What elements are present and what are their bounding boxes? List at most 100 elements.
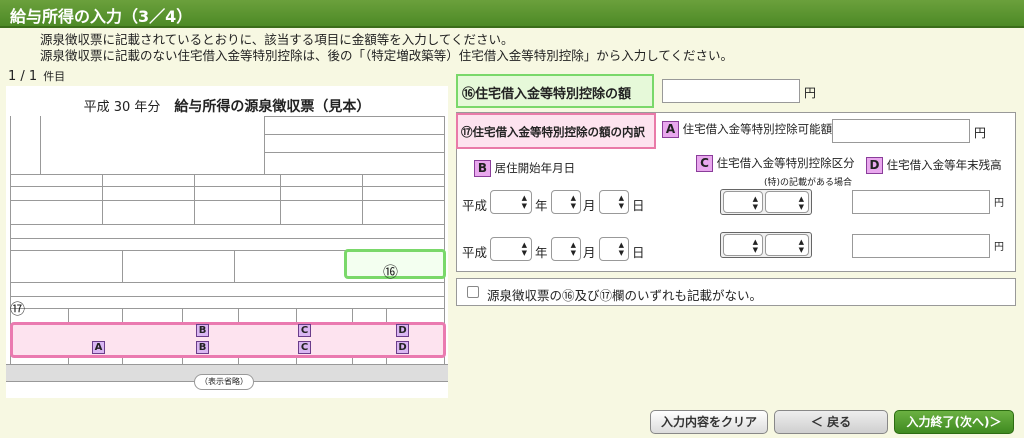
sample-badge-a: A [92,341,105,354]
sample-badge-c: C [298,341,311,354]
record-count-suffix: 件目 [43,70,66,83]
row1-category-select-1[interactable]: ▲ ▼ [723,191,763,213]
grid-line [194,174,195,224]
grid-line [10,238,444,239]
field-16-label: ⑯住宅借入金等特別控除の額 [462,87,632,102]
sample-badge-d: D [396,324,409,337]
clear-button[interactable]: 入力内容をクリア [650,410,768,434]
field-17-label-box: ⑰住宅借入金等特別控除の額の内訳 [456,113,656,149]
grid-line [10,282,444,283]
page-title: 給与所得の入力（3／4） [10,7,193,26]
badge-b: B [474,160,491,177]
no-entry-checkbox-label: 源泉徴収票の⑯及び⑰欄のいずれも記載がない。 [487,288,763,303]
grid-line [234,250,235,282]
field-d-label: 住宅借入金等年末残高 [886,158,1002,172]
grid-line [280,174,281,224]
stepper-arrows-icon: ▲ ▼ [798,238,804,254]
row2-year-select[interactable]: ▲ ▼ [490,237,532,261]
row1-year-unit: 年 [535,198,548,213]
row1-balance-input[interactable] [852,190,990,214]
grid-line [264,134,444,135]
row1-day-select[interactable]: ▲ ▼ [599,190,629,214]
sample-badge-b: B [196,324,209,337]
field-16-amount-input[interactable] [662,79,800,103]
row1-category-select-2[interactable]: ▲ ▼ [765,191,809,213]
field-a-unit: 円 [974,126,987,140]
no-entry-checkbox-row[interactable]: 源泉徴収票の⑯及び⑰欄のいずれも記載がない。 [456,278,1016,306]
field-c-heading: C 住宅借入金等特別控除区分 [696,155,855,172]
stepper-arrows-icon: ▲ ▼ [618,241,624,257]
grid-line [264,116,265,174]
stepper-arrows-icon: ▲ ▼ [618,194,624,210]
badge-d: D [866,157,883,174]
grid-line [10,308,444,309]
row2-category-select-2[interactable]: ▲ ▼ [765,234,809,256]
badge-a: A [662,121,679,138]
grid-line [264,116,444,117]
grid-line [10,224,444,225]
instruction-line-2: 源泉徴収票に記載のない住宅借入金等特別控除は、後の「（特定増改築等）住宅借入金等… [40,48,734,63]
grid-line [10,200,444,201]
field-16-unit: 円 [804,86,817,100]
sample-omitted-label: （表示省略） [194,374,254,390]
grid-line [122,250,123,282]
instruction-line-1: 源泉徴収票に記載されているとおりに、該当する項目に金額等を入力してください。 [40,32,514,47]
row1-month-unit: 月 [583,198,596,213]
sample-marker-16: ⑯ [383,263,399,281]
sample-field-16-highlight: ⑯ [344,249,446,281]
stepper-arrows-icon: ▲ ▼ [752,195,758,211]
row1-category-select-group: ▲ ▼ ▲ ▼ [720,189,812,215]
row1-day-unit: 日 [632,198,645,213]
field-17-label: ⑰住宅借入金等特別控除の額の内訳 [461,125,645,139]
record-count: 1 / 1 [8,69,38,84]
stepper-arrows-icon: ▲ ▼ [521,194,527,210]
field-b-heading: B 居住開始年月日 [474,160,575,177]
stepper-arrows-icon: ▲ ▼ [570,241,576,257]
stepper-arrows-icon: ▲ ▼ [752,238,758,254]
grid-line [264,152,444,153]
sample-title: 給与所得の源泉徴収票（見本） [174,99,371,115]
row2-balance-unit: 円 [994,242,1004,253]
grid-line [10,296,444,297]
row1-era: 平成 [462,198,488,213]
grid-line [40,116,41,174]
badge-c: C [696,155,713,172]
record-counter: 1 / 1 件目 [8,68,65,84]
stepper-arrows-icon: ▲ ▼ [798,195,804,211]
row2-day-unit: 日 [632,245,645,260]
row2-category-select-1[interactable]: ▲ ▼ [723,234,763,256]
withholding-slip-sample: 平成 30 年分 給与所得の源泉徴収票（見本） ⑯ ⑰ A B B C C D D… [6,86,448,398]
grid-line [362,174,363,224]
row2-day-select[interactable]: ▲ ▼ [599,237,629,261]
row1-year-select[interactable]: ▲ ▼ [490,190,532,214]
back-button[interactable]: ＜ 戻る [774,410,888,434]
field-b-label: 居住開始年月日 [494,161,576,175]
sample-heading: 平成 30 年分 給与所得の源泉徴収票（見本） [6,96,448,116]
sample-field-17-highlight [10,322,446,358]
row2-category-select-group: ▲ ▼ ▲ ▼ [720,232,812,258]
sample-badge-d: D [396,341,409,354]
sample-badge-c: C [298,324,311,337]
field-d-heading: D 住宅借入金等年末残高 [866,157,1002,174]
field-a-heading: A 住宅借入金等特別控除可能額 [662,121,832,138]
field-a-amount-input[interactable] [832,119,970,143]
field-c-note: (特)の記載がある場合 [764,178,853,188]
stepper-arrows-icon: ▲ ▼ [570,194,576,210]
grid-line [102,174,103,224]
row2-month-select[interactable]: ▲ ▼ [551,237,581,261]
next-button[interactable]: 入力終了(次へ)＞ [894,410,1014,434]
grid-line [10,186,444,187]
sample-badge-b: B [196,341,209,354]
field-a-label: 住宅借入金等特別控除可能額 [682,122,833,136]
sample-marker-17: ⑰ [10,300,26,318]
row2-era: 平成 [462,245,488,260]
no-entry-checkbox[interactable] [467,286,479,298]
instructions: 源泉徴収票に記載されているとおりに、該当する項目に金額等を入力してください。 源… [40,32,733,64]
row2-balance-input[interactable] [852,234,990,258]
row2-year-unit: 年 [535,245,548,260]
title-bar: 給与所得の入力（3／4） [0,0,1024,28]
sample-year: 平成 30 年分 [83,100,161,115]
field-c-label: 住宅借入金等特別控除区分 [716,156,855,170]
row1-month-select[interactable]: ▲ ▼ [551,190,581,214]
grid-line [10,174,444,175]
